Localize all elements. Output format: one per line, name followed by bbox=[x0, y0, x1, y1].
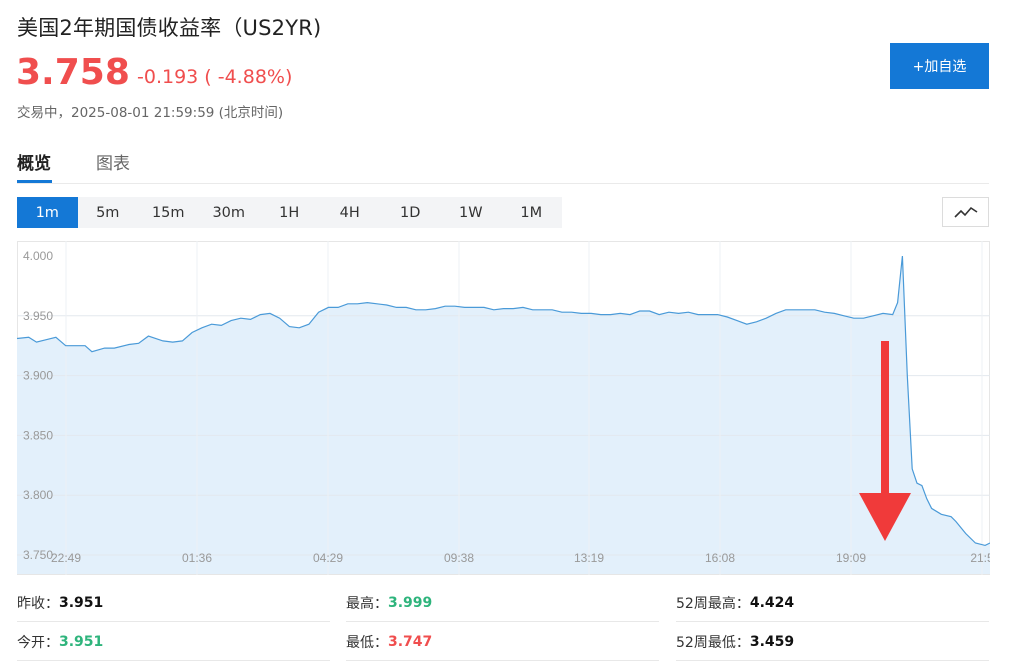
stat-label: 最高： bbox=[346, 595, 388, 612]
x-tick-label: 19:09 bbox=[836, 551, 866, 565]
stat-value: 3.459 bbox=[749, 633, 795, 650]
stat-52w-low: 52周最低： 3.459 bbox=[676, 623, 989, 661]
price-change: -0.193 ( -4.88%) bbox=[137, 66, 293, 88]
active-tab-indicator bbox=[17, 180, 52, 183]
period-1mo[interactable]: 1M bbox=[501, 197, 562, 228]
period-5m[interactable]: 5m bbox=[78, 197, 139, 228]
stat-open: 今开： 3.951 bbox=[17, 623, 330, 661]
x-tick-label: 01:36 bbox=[182, 551, 212, 565]
tab-chart[interactable]: 图表 bbox=[96, 149, 130, 174]
stat-label: 最低： bbox=[346, 634, 388, 651]
period-4h[interactable]: 4H bbox=[320, 197, 381, 228]
stat-label: 今开： bbox=[17, 634, 59, 651]
stat-value: 3.747 bbox=[388, 633, 433, 650]
page-title: 美国2年期国债收益率（US2YR) bbox=[17, 16, 322, 40]
period-selector: 1m 5m 15m 30m 1H 4H 1D 1W 1M bbox=[17, 197, 562, 228]
stat-label: 昨收： bbox=[17, 595, 59, 612]
y-tick-label: 3.850 bbox=[23, 428, 53, 442]
price-chart[interactable]: 4.000 3.950 3.900 3.850 3.800 3.750 22:49 01:36… bbox=[17, 241, 990, 575]
stat-label: 52周最低： bbox=[676, 634, 750, 651]
add-watchlist-button[interactable]: +加自选 bbox=[890, 43, 989, 89]
stat-52w-high: 52周最高： 4.424 bbox=[676, 584, 989, 622]
chart-svg: 4.000 3.950 3.900 3.850 3.800 3.75022:49 01:36… bbox=[17, 241, 990, 575]
stat-prev-close: 昨收： 3.951 bbox=[17, 584, 330, 622]
stat-high: 最高： 3.999 bbox=[346, 584, 659, 622]
annotation-arrow-shaft bbox=[881, 341, 889, 499]
y-tick-label: 3.750 bbox=[23, 548, 53, 562]
y-tick-label: 3.900 bbox=[23, 369, 53, 383]
period-30m[interactable]: 30m bbox=[199, 197, 260, 228]
current-price: 3.758 bbox=[16, 52, 130, 93]
period-1h[interactable]: 1H bbox=[259, 197, 320, 228]
tab-overview[interactable]: 概览 bbox=[17, 149, 51, 174]
x-tick-label: 21:5 bbox=[970, 551, 990, 565]
stat-value: 3.999 bbox=[388, 594, 433, 611]
stat-label: 52周最高： bbox=[676, 595, 750, 612]
stat-low: 最低： 3.747 bbox=[346, 623, 659, 661]
y-tick-label: 4.000 bbox=[23, 249, 53, 263]
period-15m[interactable]: 15m bbox=[138, 197, 199, 228]
period-1w[interactable]: 1W bbox=[441, 197, 502, 228]
period-1d[interactable]: 1D bbox=[380, 197, 441, 228]
period-1m[interactable]: 1m bbox=[17, 197, 78, 228]
x-tick-label: 13:19 bbox=[574, 551, 604, 565]
stat-value: 4.424 bbox=[749, 594, 795, 611]
stat-value: 3.951 bbox=[59, 633, 104, 650]
y-tick-label: 3.800 bbox=[23, 488, 53, 502]
tab-bar: 概览 图表 bbox=[17, 146, 989, 184]
x-tick-label: 04:29 bbox=[313, 551, 343, 565]
x-tick-label: 16:08 bbox=[705, 551, 735, 565]
x-tick-label: 09:38 bbox=[444, 551, 474, 565]
chart-type-button[interactable] bbox=[942, 197, 989, 227]
line-chart-icon bbox=[953, 206, 977, 218]
x-tick-label: 22:49 bbox=[51, 551, 81, 565]
y-tick-label: 3.950 bbox=[23, 309, 53, 323]
trading-status: 交易中，2025-08-01 21:59:59 (北京时间) bbox=[17, 105, 284, 121]
stat-value: 3.951 bbox=[59, 594, 104, 611]
